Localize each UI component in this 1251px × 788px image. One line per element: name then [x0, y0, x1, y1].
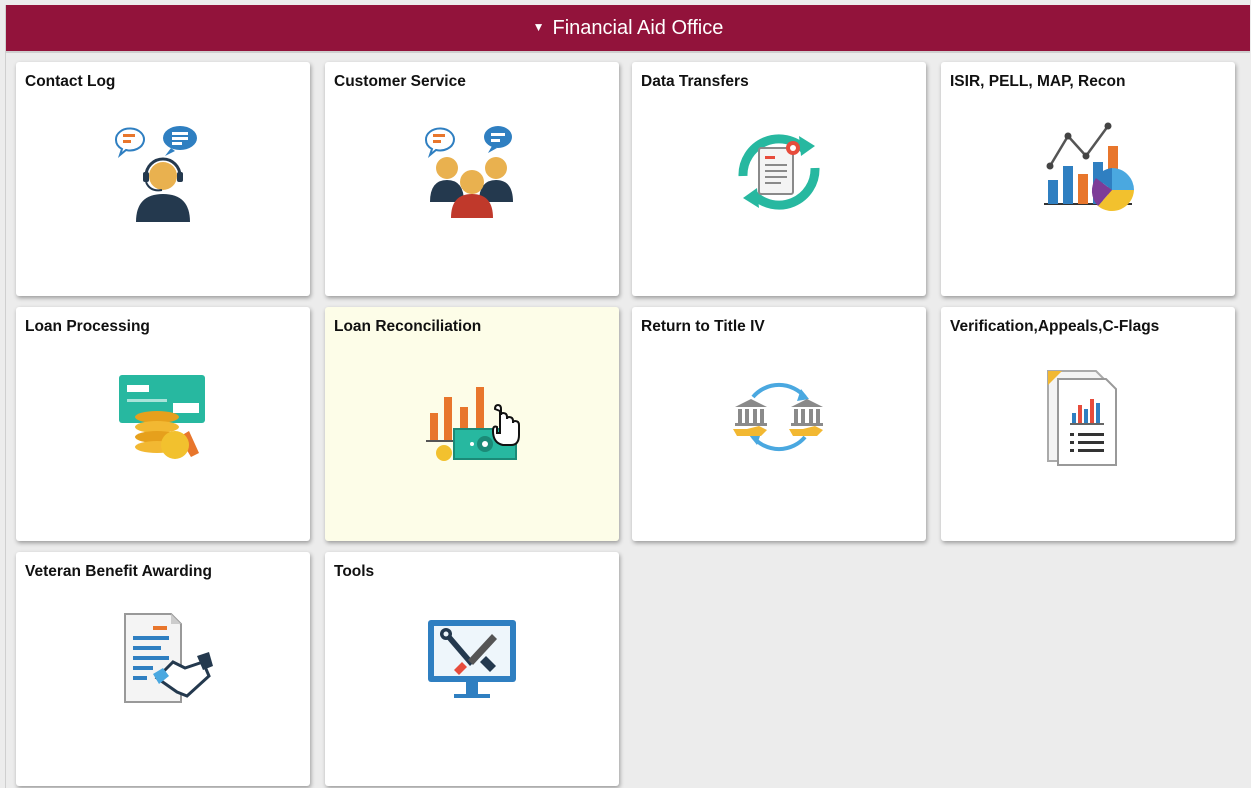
tile-title: Verification,Appeals,C-Flags	[950, 318, 1160, 335]
loan-reconciliation-icon	[422, 367, 522, 467]
contact-log-icon	[113, 122, 213, 222]
tile-title: ISIR, PELL, MAP, Recon	[950, 73, 1126, 90]
tile-contact-log[interactable]: Contact Log	[16, 62, 310, 296]
tools-icon	[422, 612, 522, 712]
tile-title: Data Transfers	[641, 73, 749, 90]
tile-title: Tools	[334, 563, 375, 580]
isir-pell-map-recon-icon	[1038, 122, 1138, 222]
section-title: Financial Aid Office	[552, 16, 724, 39]
tile-loan-processing[interactable]: Loan Processing	[16, 307, 310, 541]
veteran-benefit-icon	[113, 612, 213, 712]
tile-data-transfers[interactable]: Data Transfers	[632, 62, 926, 296]
tile-title: Veteran Benefit Awarding	[25, 563, 212, 580]
tile-veteran-benefit-awarding[interactable]: Veteran Benefit Awarding	[16, 552, 310, 786]
verification-appeals-icon	[1038, 367, 1138, 467]
collapse-caret-icon: ▼	[532, 20, 545, 34]
tile-verification-appeals-c-flags[interactable]: Verification,Appeals,C-Flags	[941, 307, 1235, 541]
return-to-title-iv-icon	[729, 367, 829, 467]
tile-loan-reconciliation[interactable]: Loan Reconciliation	[325, 307, 619, 541]
data-transfers-icon	[729, 122, 829, 222]
tile-tools[interactable]: Tools	[325, 552, 619, 786]
tile-title: Loan Processing	[25, 318, 150, 335]
tile-isir-pell-map-recon[interactable]: ISIR, PELL, MAP, Recon	[941, 62, 1235, 296]
tile-title: Return to Title IV	[641, 318, 765, 335]
customer-service-icon	[422, 122, 522, 222]
tile-customer-service[interactable]: Customer Service	[325, 62, 619, 296]
tile-title: Customer Service	[334, 73, 466, 90]
section-header-financial-aid-office[interactable]: ▼ Financial Aid Office	[6, 5, 1250, 53]
tile-title: Contact Log	[25, 73, 116, 90]
tile-title: Loan Reconciliation	[334, 318, 482, 335]
tile-return-to-title-iv[interactable]: Return to Title IV	[632, 307, 926, 541]
loan-processing-icon	[113, 367, 213, 467]
